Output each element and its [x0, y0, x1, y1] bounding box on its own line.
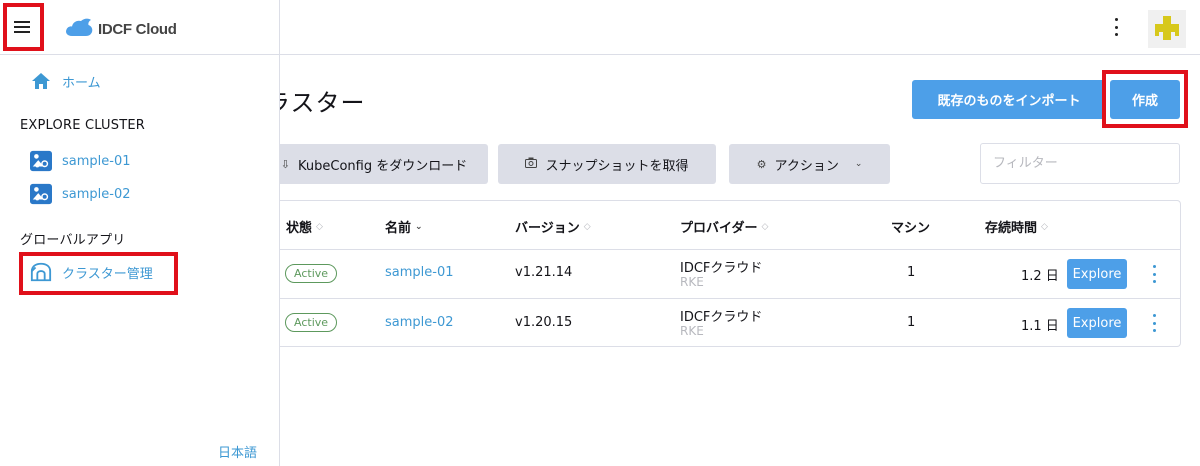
sort-icon: ◇ — [583, 221, 591, 232]
sort-icon: ◇ — [1041, 221, 1048, 232]
header-version[interactable]: バージョン ◇ — [515, 217, 591, 236]
version-value: v1.20.15 — [515, 315, 573, 330]
explore-cluster-heading: EXPLORE CLUSTER — [20, 118, 145, 133]
explore-button[interactable]: Explore — [1067, 259, 1127, 289]
divider — [266, 298, 1181, 299]
header-more-icon[interactable] — [1106, 16, 1126, 38]
filter-input[interactable] — [980, 143, 1180, 184]
user-avatar[interactable] — [1148, 10, 1186, 48]
sort-icon: ◇ — [761, 221, 769, 232]
sidebar: IDCF Cloud ホーム EXPLORE CLUSTER sample-01… — [0, 0, 280, 466]
sidebar-item-sample-02[interactable]: sample-02 — [30, 183, 131, 205]
snapshot-label: スナップショットを取得 — [545, 158, 689, 174]
provider-value: IDCFクラウド — [680, 261, 763, 276]
snapshot-button[interactable]: スナップショットを取得 — [498, 144, 716, 184]
status-badge: Active — [285, 313, 338, 332]
sidebar-item-label: sample-01 — [62, 153, 131, 169]
row-more-icon[interactable] — [1149, 265, 1159, 283]
highlight-create-button — [1102, 70, 1188, 128]
language-selector[interactable]: 日本語 — [218, 442, 257, 461]
sidebar-item-label: sample-02 — [62, 186, 131, 202]
row-more-icon[interactable] — [1149, 314, 1159, 332]
header-state-label: 状態 — [286, 221, 313, 236]
action-dropdown-button[interactable]: ⚙ アクション ⌄ — [729, 144, 890, 184]
provider-sub-value: RKE — [680, 324, 704, 338]
provider-value: IDCFクラウド — [680, 310, 763, 325]
header-provider-label: プロバイダー — [680, 221, 758, 236]
cluster-name-link[interactable]: sample-02 — [385, 315, 454, 330]
import-button[interactable]: 既存のものをインポート — [912, 80, 1106, 119]
chevron-down-icon: ⌄ — [854, 159, 863, 169]
cluster-icon — [30, 183, 52, 205]
divider — [266, 249, 1181, 250]
page-title: ラスター — [266, 89, 366, 117]
sort-active-icon: ⌄ — [415, 221, 423, 232]
header-version-label: バージョン — [515, 221, 580, 236]
header-machines: マシン — [891, 217, 930, 236]
download-icon: ⇩ — [280, 157, 290, 171]
machines-value: 1 — [907, 265, 916, 280]
explore-button[interactable]: Explore — [1067, 308, 1127, 338]
highlight-menu-button — [3, 3, 44, 51]
sidebar-item-label: ホーム — [62, 75, 101, 91]
age-value: 1.1 日 — [1021, 319, 1059, 334]
sort-icon: ◇ — [316, 221, 323, 232]
header-state[interactable]: 状態 ◇ — [286, 217, 323, 236]
logo[interactable]: IDCF Cloud — [64, 16, 177, 42]
cluster-name-link[interactable]: sample-01 — [385, 265, 454, 280]
header-age-label: 存続時間 — [985, 221, 1038, 236]
kubeconfig-label: KubeConfig をダウンロード — [298, 158, 468, 174]
sidebar-item-sample-01[interactable]: sample-01 — [30, 150, 131, 172]
sidebar-item-home[interactable]: ホーム — [30, 70, 101, 92]
header-name-label: 名前 — [385, 221, 412, 236]
kubeconfig-download-button[interactable]: ⇩ KubeConfig をダウンロード — [260, 144, 488, 184]
highlight-cluster-management — [19, 252, 178, 295]
status-badge: Active — [285, 264, 338, 283]
age-value: 1.2 日 — [1021, 269, 1059, 284]
cluster-icon — [30, 150, 52, 172]
header-machines-label: マシン — [891, 221, 931, 236]
global-apps-heading: グローバルアプリ — [20, 233, 126, 248]
gear-icon: ⚙ — [756, 157, 767, 171]
cloud-icon — [64, 16, 94, 42]
header-provider[interactable]: プロバイダー ◇ — [680, 217, 768, 236]
action-label: アクション — [774, 158, 839, 174]
header-name[interactable]: 名前 ⌄ — [385, 217, 423, 236]
camera-icon — [525, 157, 538, 171]
cluster-table: 状態 ◇ 名前 ⌄ バージョン ◇ プロバイダー ◇ マシン 存続時間 ◇ Active … — [266, 200, 1181, 347]
logo-text: IDCF Cloud — [98, 20, 177, 38]
home-icon — [30, 70, 52, 92]
sidebar-header: IDCF Cloud — [0, 0, 280, 55]
header-age[interactable]: 存続時間 ◇ — [985, 217, 1048, 236]
machines-value: 1 — [907, 315, 916, 330]
version-value: v1.21.14 — [515, 265, 573, 280]
provider-sub-value: RKE — [680, 275, 704, 289]
